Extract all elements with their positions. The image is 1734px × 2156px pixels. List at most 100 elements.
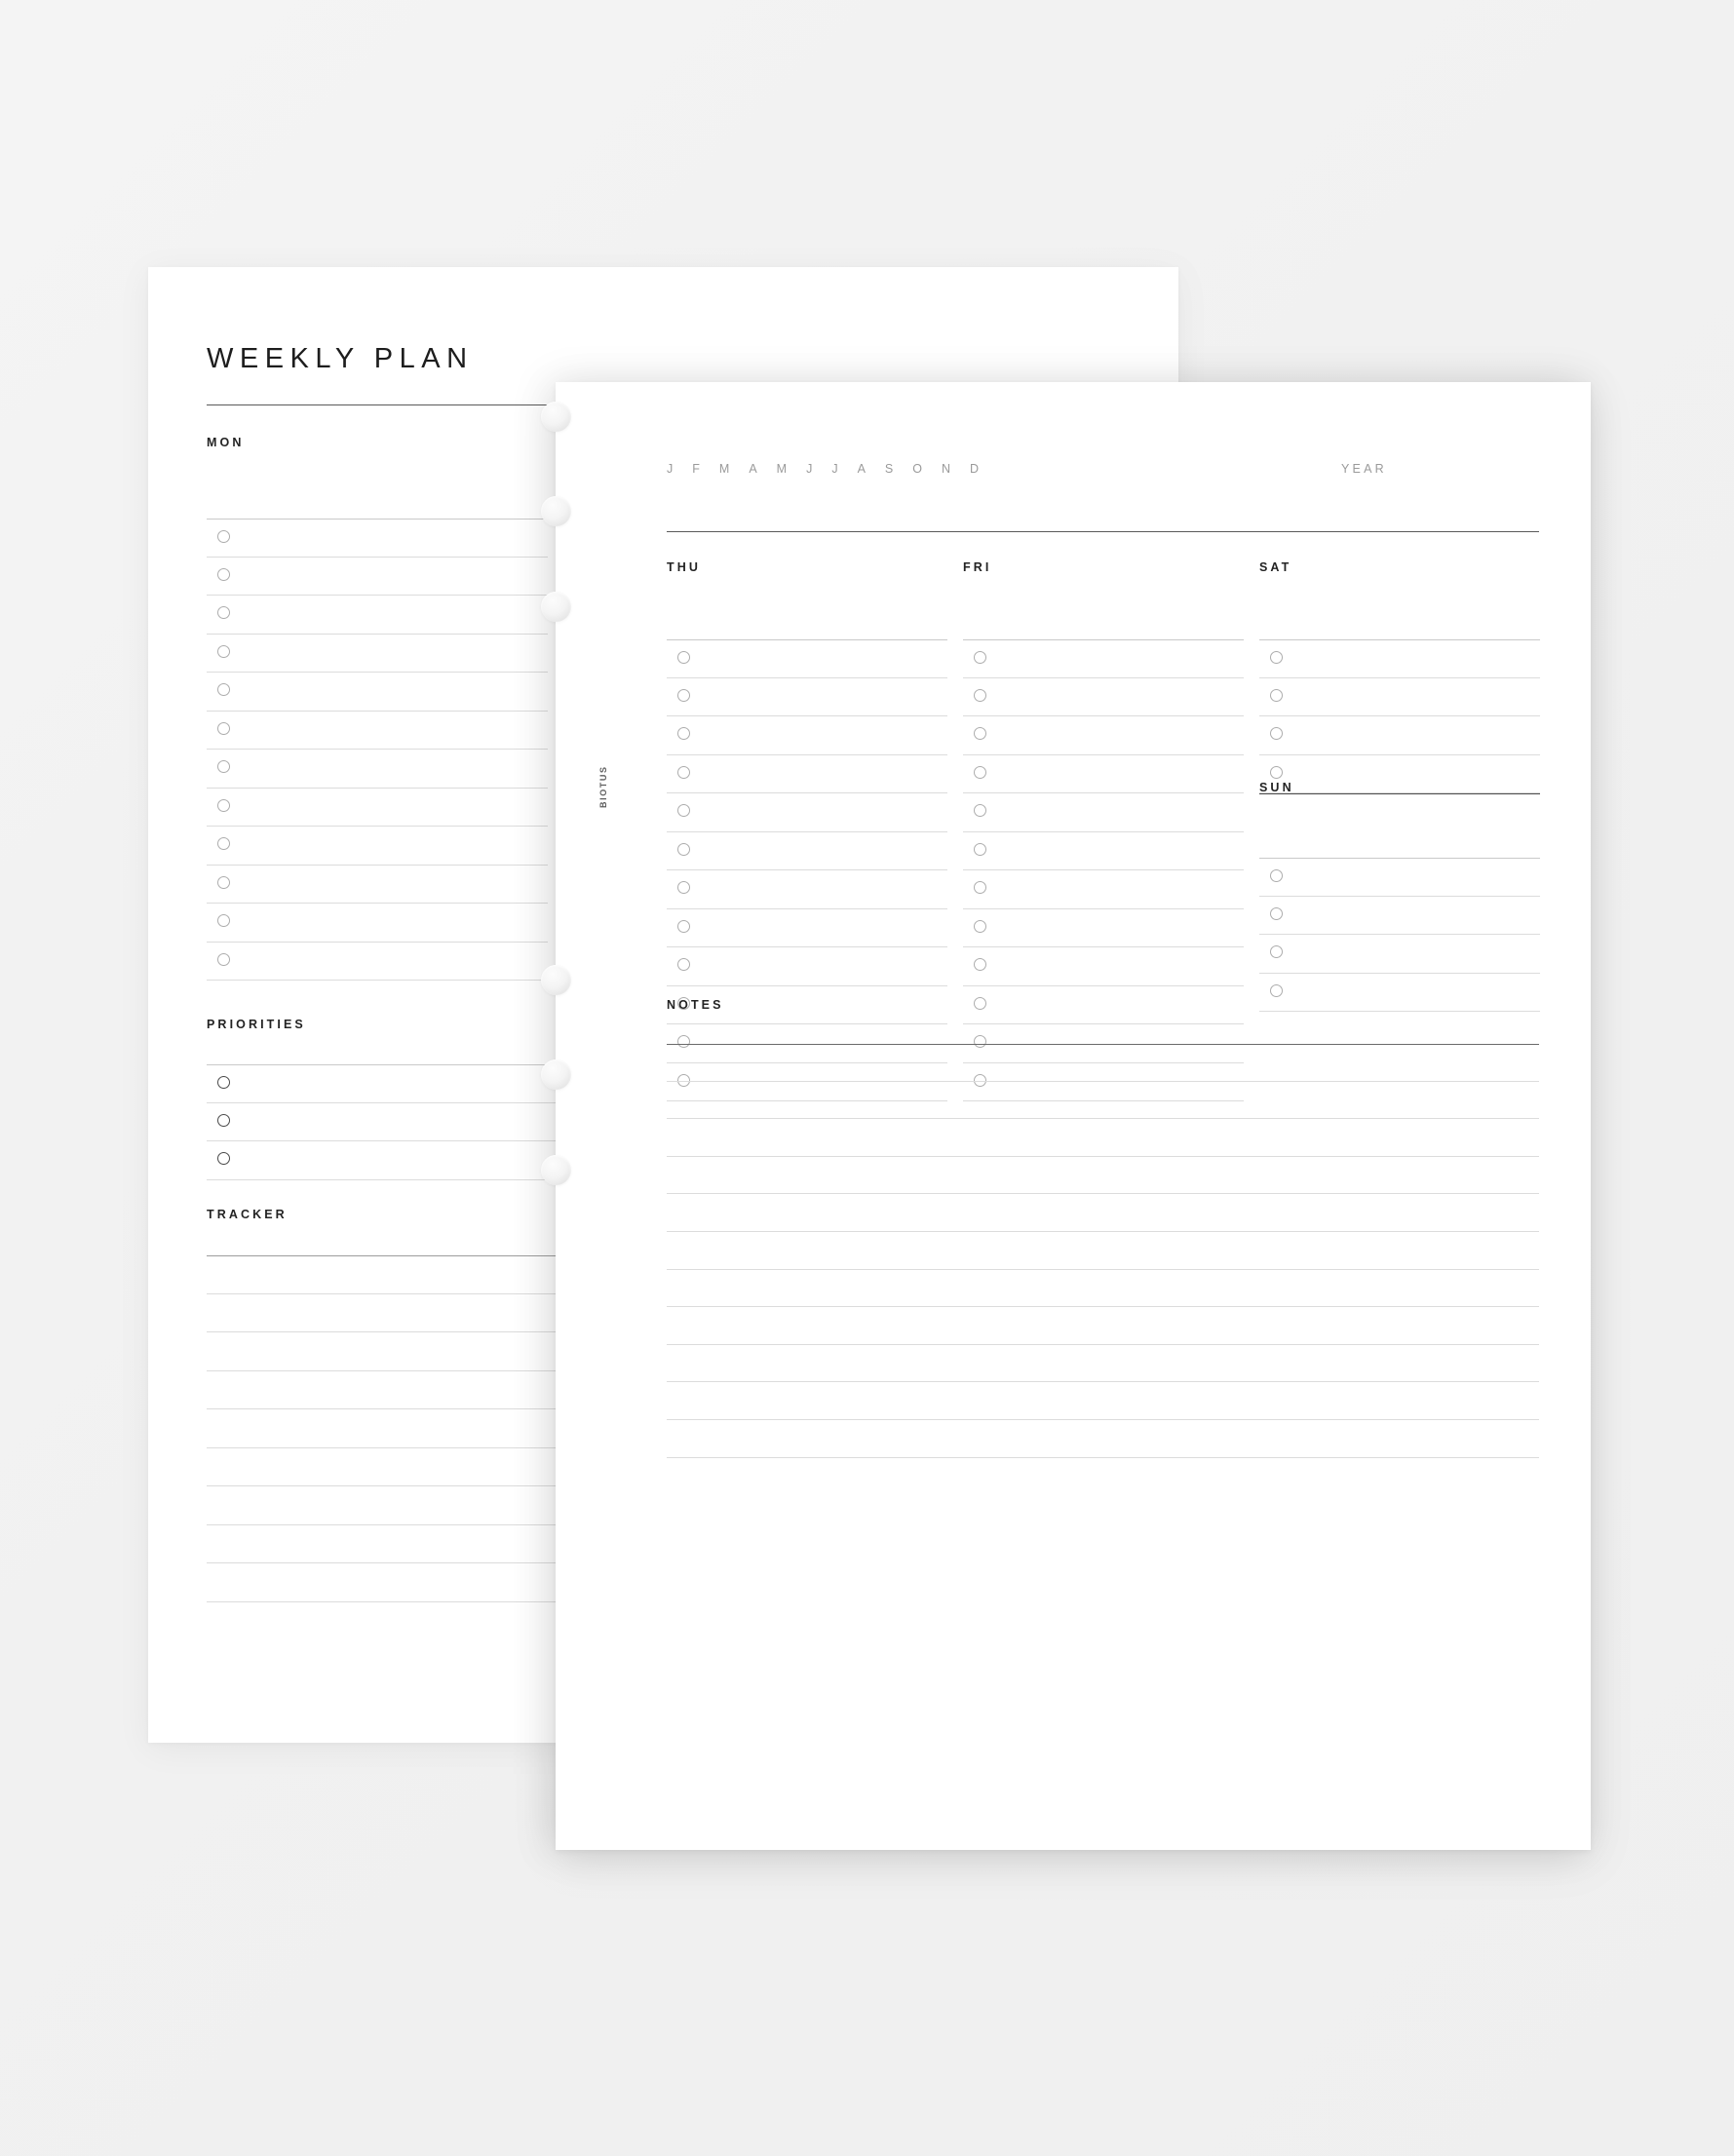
checkbox-circle-icon[interactable] <box>677 651 690 664</box>
month-initial[interactable]: J <box>667 462 675 476</box>
checklist-row[interactable] <box>963 793 1244 832</box>
checklist-row[interactable] <box>1259 678 1540 716</box>
checklist-row[interactable] <box>207 596 548 635</box>
checkbox-circle-icon[interactable] <box>677 727 690 740</box>
checkbox-circle-icon[interactable] <box>974 651 986 664</box>
checkbox-circle-icon[interactable] <box>217 798 230 812</box>
checkbox-circle-icon[interactable] <box>677 688 690 702</box>
checkbox-circle-icon[interactable] <box>217 1113 230 1127</box>
checkbox-circle-icon[interactable] <box>217 914 230 927</box>
checkbox-circle-icon[interactable] <box>217 875 230 889</box>
write-line[interactable] <box>667 1345 1539 1383</box>
checkbox-circle-icon[interactable] <box>217 530 230 543</box>
write-line[interactable] <box>667 1082 1539 1120</box>
checkbox-circle-icon[interactable] <box>1270 727 1283 740</box>
month-initial[interactable]: J <box>831 462 840 476</box>
checkbox-circle-icon[interactable] <box>974 804 986 817</box>
checkbox-circle-icon[interactable] <box>1270 765 1283 779</box>
checkbox-circle-icon[interactable] <box>1270 651 1283 664</box>
checklist-row[interactable] <box>207 519 548 558</box>
checkbox-circle-icon[interactable] <box>974 765 986 779</box>
checkbox-circle-icon[interactable] <box>217 760 230 773</box>
checkbox-circle-icon[interactable] <box>677 919 690 933</box>
month-initial[interactable]: A <box>749 462 759 476</box>
month-initial[interactable]: F <box>692 462 703 476</box>
checklist-row[interactable] <box>1259 858 1540 897</box>
checkbox-circle-icon[interactable] <box>974 727 986 740</box>
write-line[interactable] <box>667 1382 1539 1420</box>
checkbox-circle-icon[interactable] <box>217 606 230 619</box>
checkbox-circle-icon[interactable] <box>217 644 230 658</box>
checklist-row[interactable] <box>963 870 1244 909</box>
checklist-row[interactable] <box>1259 897 1540 935</box>
checklist-row[interactable] <box>207 558 548 596</box>
month-initial[interactable]: M <box>777 462 790 476</box>
checklist-row[interactable] <box>667 716 947 755</box>
checklist-row[interactable] <box>963 716 1244 755</box>
checklist-row[interactable] <box>963 639 1244 678</box>
checklist-row[interactable] <box>667 755 947 793</box>
month-initial[interactable]: M <box>719 462 732 476</box>
checkbox-circle-icon[interactable] <box>974 958 986 971</box>
write-line[interactable] <box>667 1044 1539 1082</box>
checklist-row[interactable] <box>963 909 1244 947</box>
write-line[interactable] <box>667 1307 1539 1345</box>
checkbox-circle-icon[interactable] <box>974 688 986 702</box>
checkbox-circle-icon[interactable] <box>974 881 986 894</box>
checkbox-circle-icon[interactable] <box>217 1076 230 1089</box>
checkbox-circle-icon[interactable] <box>974 842 986 856</box>
checklist-row[interactable] <box>667 909 947 947</box>
checklist-row[interactable] <box>667 947 947 986</box>
checkbox-circle-icon[interactable] <box>1270 945 1283 958</box>
checklist-row[interactable] <box>667 832 947 870</box>
checklist-row[interactable] <box>1259 716 1540 755</box>
checkbox-circle-icon[interactable] <box>1270 688 1283 702</box>
month-initial[interactable]: D <box>970 462 982 476</box>
checklist-row[interactable] <box>1259 755 1540 793</box>
checklist-row[interactable] <box>667 793 947 832</box>
checkbox-circle-icon[interactable] <box>217 567 230 581</box>
checklist-row[interactable] <box>207 673 548 712</box>
checkbox-circle-icon[interactable] <box>1270 869 1283 882</box>
checkbox-circle-icon[interactable] <box>677 765 690 779</box>
checkbox-circle-icon[interactable] <box>677 804 690 817</box>
checkbox-circle-icon[interactable] <box>974 919 986 933</box>
checkbox-circle-icon[interactable] <box>217 1152 230 1165</box>
checkbox-circle-icon[interactable] <box>677 881 690 894</box>
checkbox-circle-icon[interactable] <box>677 958 690 971</box>
checkbox-circle-icon[interactable] <box>1270 906 1283 920</box>
checkbox-circle-icon[interactable] <box>677 842 690 856</box>
checklist-row[interactable] <box>1259 639 1540 678</box>
checklist-row[interactable] <box>667 870 947 909</box>
month-initial[interactable]: S <box>885 462 896 476</box>
checkbox-circle-icon[interactable] <box>217 952 230 966</box>
checkbox-circle-icon[interactable] <box>217 721 230 735</box>
month-initial[interactable]: J <box>806 462 815 476</box>
checklist-row[interactable] <box>963 755 1244 793</box>
checklist-row[interactable] <box>207 635 548 673</box>
checklist-row[interactable] <box>963 832 1244 870</box>
checklist-row[interactable] <box>667 678 947 716</box>
checklist-row[interactable] <box>207 750 548 789</box>
month-initial[interactable]: N <box>942 462 953 476</box>
checklist-row[interactable] <box>1259 935 1540 974</box>
write-line[interactable] <box>667 1420 1539 1458</box>
checkbox-circle-icon[interactable] <box>974 996 986 1010</box>
checklist-row[interactable] <box>207 712 548 750</box>
checklist-row[interactable] <box>667 639 947 678</box>
month-initial[interactable]: A <box>858 462 868 476</box>
checklist-row[interactable] <box>1259 974 1540 1012</box>
checklist-row[interactable] <box>207 904 548 943</box>
checklist-row[interactable] <box>207 866 548 904</box>
checkbox-circle-icon[interactable] <box>217 837 230 850</box>
checklist-row[interactable] <box>963 678 1244 716</box>
write-line[interactable] <box>667 1194 1539 1232</box>
write-line[interactable] <box>667 1232 1539 1270</box>
checklist-row[interactable] <box>963 947 1244 986</box>
checklist-row[interactable] <box>207 943 548 981</box>
checkbox-circle-icon[interactable] <box>217 683 230 696</box>
checklist-row[interactable] <box>207 789 548 827</box>
month-initial[interactable]: O <box>912 462 925 476</box>
write-line[interactable] <box>667 1270 1539 1308</box>
write-line[interactable] <box>667 1119 1539 1157</box>
